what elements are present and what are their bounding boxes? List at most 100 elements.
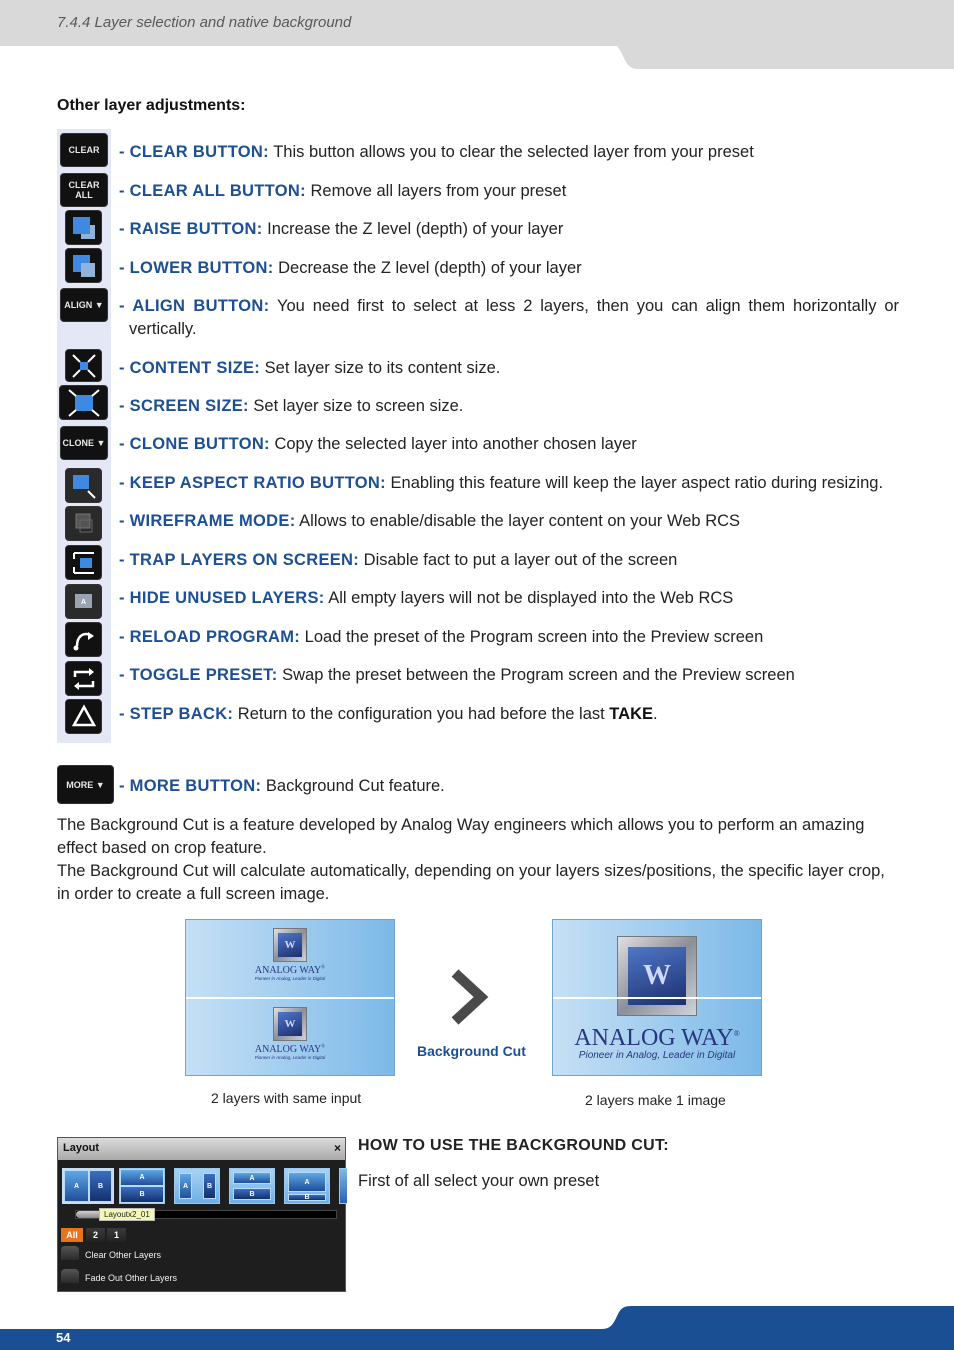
page-number: 54 [56,1330,71,1345]
item-text: Background Cut feature. [261,777,445,795]
item-text: Allows to enable/disable the layer conte… [295,512,741,530]
reload-program-icon[interactable] [65,622,102,657]
content-size-icon[interactable] [65,349,102,382]
item-label: - TRAP LAYERS ON SCREEN: [119,551,360,569]
item-label: - WIREFRAME MODE: [119,512,296,530]
item-text-tail: . [653,705,658,723]
align-icon-label: ALIGN ▼ [64,300,104,310]
wireframe-icon[interactable] [65,506,102,541]
more-icon[interactable]: MORE ▼ [57,765,114,804]
one-image-figure: W ANALOG WAY® Pioneer in Analog, Leader … [552,919,762,1076]
analog-way-logo-icon: W [617,936,697,1016]
layout-thumb[interactable]: A B [62,1168,114,1204]
item-label: - KEEP ASPECT RATIO BUTTON: [119,474,386,492]
list-item-keep-aspect-ratio: - KEEP ASPECT RATIO BUTTON: Enabling thi… [119,472,899,495]
align-icon[interactable]: ALIGN ▼ [60,288,108,322]
how-to-text: First of all select your own preset [358,1172,600,1190]
list-item-clear: - CLEAR BUTTON: This button allows you t… [119,141,899,164]
clone-icon[interactable]: CLONE ▼ [60,426,108,460]
logo-text: ANALOG WAY® [254,1044,326,1055]
item-label: - ALIGN BUTTON: [119,297,270,315]
clone-icon-label: CLONE ▼ [62,438,106,448]
layout-thumb[interactable]: A B [119,1168,165,1204]
filter-tab-all[interactable]: All [61,1228,83,1242]
section-heading: Other layer adjustments: [57,97,246,114]
item-text: Set layer size to screen size. [248,397,464,415]
svg-text:A: A [81,599,86,606]
footer-band [0,1306,954,1350]
dialog-titlebar: Layout × [58,1138,345,1160]
item-label: - CONTENT SIZE: [119,359,261,377]
item-label: - TOGGLE PRESET: [119,666,278,684]
clear-all-icon-label: CLEAR ALL [68,180,100,200]
toggle-preset-icon[interactable] [65,661,102,696]
item-text: Increase the Z level (depth) of your lay… [262,220,564,238]
list-item-clear-all: - CLEAR ALL BUTTON: Remove all layers fr… [119,180,899,203]
list-item-screen-size: - SCREEN SIZE: Set layer size to screen … [119,395,899,418]
item-text: Decrease the Z level (depth) of your lay… [273,259,582,277]
raise-icon[interactable] [65,210,102,245]
item-label: - LOWER BUTTON: [119,259,274,277]
fade-out-other-layers-toggle[interactable] [61,1269,79,1283]
layer-divider [186,997,394,999]
filter-tab-2[interactable]: 2 [86,1228,105,1242]
item-text: Return to the configuration you had befo… [233,705,610,723]
two-layers-figure: W ANALOG WAY® Pioneer in Analog, Leader … [185,919,395,1076]
step-back-icon[interactable] [65,699,102,734]
logo-tagline: Pioneer in Analog, Leader in Digital [254,976,326,981]
layout-tooltip: Layoutx2_01 [99,1208,155,1221]
clear-icon-label: CLEAR [68,145,100,155]
list-item-toggle-preset: - TOGGLE PRESET: Swap the preset between… [119,664,899,687]
clear-other-layers-label: Clear Other Layers [85,1250,162,1260]
paragraph: The Background Cut is a feature develope… [57,816,865,857]
item-label: - RELOAD PROGRAM: [119,628,301,646]
hide-unused-icon[interactable]: A [65,584,102,619]
close-icon[interactable]: × [334,1141,341,1155]
item-text: This button allows you to clear the sele… [268,143,754,161]
layout-thumb[interactable]: A B [284,1168,330,1204]
item-label: - RAISE BUTTON: [119,220,263,238]
item-label: - HIDE UNUSED LAYERS: [119,589,325,607]
lower-icon[interactable] [65,248,102,283]
item-text: Set layer size to its content size. [260,359,501,377]
layout-thumb[interactable] [339,1168,347,1204]
item-text: Load the preset of the Program screen in… [300,628,764,646]
logo-top: W ANALOG WAY® Pioneer in Analog, Leader … [186,928,394,981]
how-to-heading: HOW TO USE THE BACKGROUND CUT: [358,1137,669,1154]
list-item-clone: - CLONE BUTTON: Copy the selected layer … [119,433,899,456]
analog-way-logo-icon: W [273,928,307,962]
list-item-align: - ALIGN BUTTON: You need first to select… [119,295,899,341]
item-label: - CLEAR ALL BUTTON: [119,182,306,200]
more-icon-label: MORE ▼ [66,779,105,790]
left-caption: 2 layers with same input [211,1090,362,1106]
list-item-hide-unused: - HIDE UNUSED LAYERS: All empty layers w… [119,587,899,610]
clear-all-icon[interactable]: CLEAR ALL [60,173,108,207]
screen-size-icon[interactable] [59,385,108,420]
header-tab-shape [600,40,954,69]
clear-other-layers-toggle[interactable] [61,1246,79,1260]
list-item-step-back: - STEP BACK: Return to the configuration… [119,703,899,726]
item-text: Copy the selected layer into another cho… [269,435,637,453]
dialog-title: Layout [63,1142,100,1154]
logo-tagline: Pioneer in Analog, Leader in Digital [578,1050,736,1061]
layout-thumb[interactable]: A B [174,1168,220,1204]
section-title: 7.4.4 Layer selection and native backgro… [57,14,352,31]
item-label: - CLEAR BUTTON: [119,143,269,161]
take-keyword: TAKE [609,705,653,723]
layer-divider [553,997,761,999]
layout-dialog: Layout × A B A B A B A B A B Layoutx2_01… [57,1137,347,1292]
trap-layers-icon[interactable] [65,545,102,580]
item-text: Disable fact to put a layer out of the s… [359,551,678,569]
logo-text: ANALOG WAY® [574,1025,740,1051]
filter-tab-1[interactable]: 1 [107,1228,126,1242]
list-item-more: - MORE BUTTON: Background Cut feature. [119,775,899,798]
item-label: - STEP BACK: [119,705,234,723]
keep-aspect-ratio-icon[interactable] [65,468,102,503]
item-text: Remove all layers from your preset [305,182,567,200]
list-item-content-size: - CONTENT SIZE: Set layer size to its co… [119,357,899,380]
layout-thumb[interactable]: A B [229,1168,275,1204]
background-cut-label: Background Cut [417,1043,526,1059]
clear-icon[interactable]: CLEAR [60,133,108,167]
item-label: - MORE BUTTON: [119,777,262,795]
right-caption: 2 layers make 1 image [585,1092,726,1108]
